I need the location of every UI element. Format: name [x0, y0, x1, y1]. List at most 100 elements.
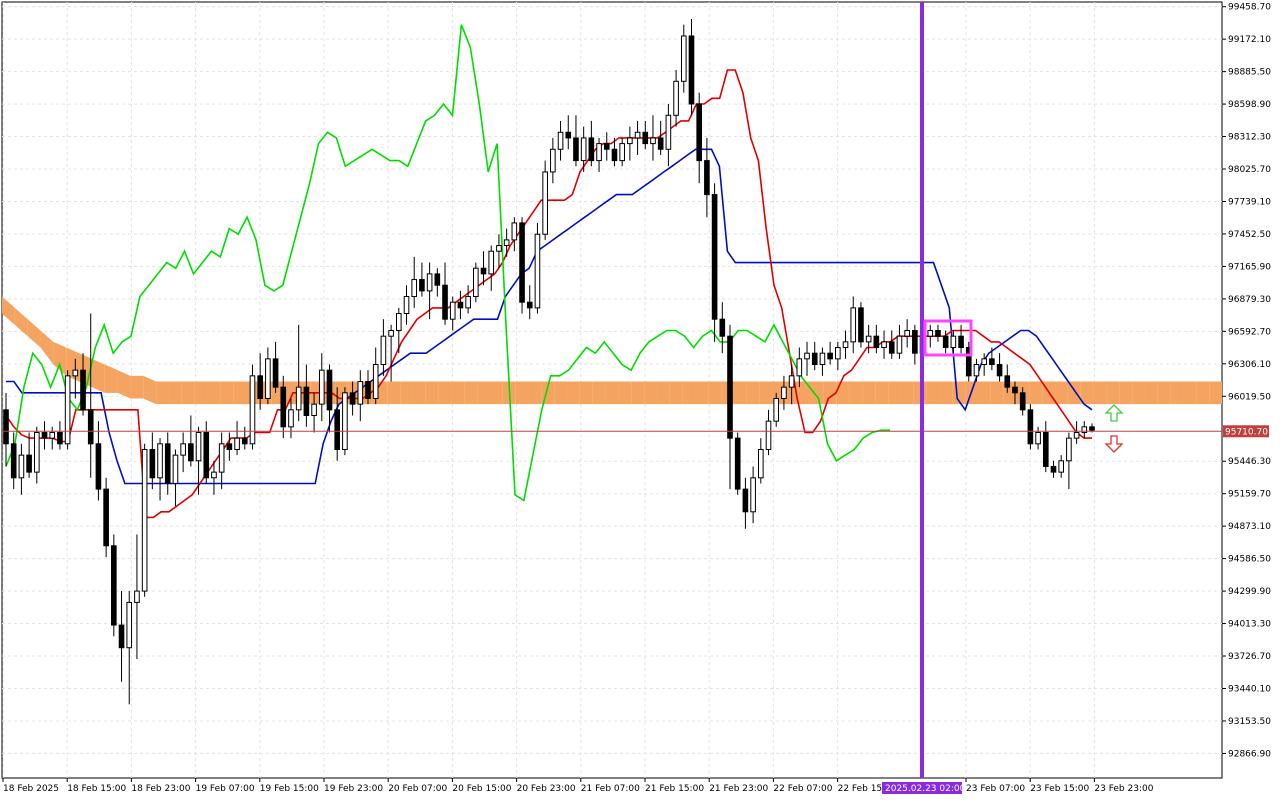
time-axis[interactable]: 18 Feb 2025 18 Feb 15:00 18 Feb 23:00 19 Fe…: [2, 778, 1154, 794]
y-tick-label: 95446.30: [1228, 457, 1271, 467]
candle-body: [912, 330, 918, 354]
down-arrow-icon: [1104, 435, 1124, 453]
cloud-segment: [1119, 381, 1133, 405]
cloud-segment: [14, 307, 28, 337]
y-tick-label: 92866.90: [1228, 749, 1271, 759]
candle-body: [696, 103, 703, 162]
candle-body: [680, 35, 687, 82]
candle-body: [26, 454, 32, 473]
cloud-segment: [1157, 381, 1171, 405]
candle-body: [457, 301, 464, 309]
candle-body: [349, 392, 356, 405]
candle-body: [411, 279, 418, 298]
cloud-segment: [656, 381, 670, 405]
candle-body: [241, 437, 248, 445]
candle-body: [742, 488, 749, 513]
cloud-segment: [695, 381, 709, 405]
candle-body: [134, 590, 140, 603]
cloud-segment: [1132, 381, 1145, 405]
candle-body: [41, 431, 48, 439]
ichimoku-cloud: [2, 296, 1222, 405]
candle-body: [573, 137, 579, 162]
cloud-segment: [438, 381, 452, 405]
cloud-segment: [2, 296, 15, 325]
candle-body: [288, 409, 294, 428]
cloud-segment: [1029, 381, 1043, 405]
candle-body: [111, 545, 117, 626]
cloud-segment: [592, 381, 606, 405]
candle-body: [796, 358, 803, 377]
candle-body: [126, 601, 133, 649]
candle-body: [64, 375, 71, 445]
candle-body: [1073, 431, 1080, 439]
candle-body: [688, 35, 695, 105]
candle-body: [611, 148, 618, 162]
cloud-segment: [926, 381, 940, 405]
candlestick-chart[interactable]: 99458.70 99172.10 98885.50 98598.90 98312.30…: [0, 0, 1280, 800]
candle-body: [226, 443, 233, 450]
y-tick-label: 93726.70: [1228, 652, 1271, 662]
cloud-segment: [1144, 381, 1158, 405]
candle-body: [95, 443, 102, 490]
candle-body: [449, 301, 456, 320]
candle-body: [888, 341, 895, 354]
x-tick-label: 21 Feb 23:00: [709, 784, 768, 794]
candle-body: [180, 443, 186, 456]
candle-body: [835, 347, 841, 360]
y-tick-label: 97452.50: [1228, 230, 1271, 240]
candle-body: [550, 148, 556, 173]
y-tick-label: 93153.50: [1228, 717, 1271, 727]
candle-body: [164, 443, 171, 484]
x-tick-label: 19 Feb 07:00: [196, 784, 255, 794]
cloud-segment: [990, 381, 1004, 405]
candle-body: [211, 471, 217, 479]
candle-body: [1050, 465, 1057, 473]
price-axis[interactable]: 99458.70 99172.10 98885.50 98598.90 98312.30…: [1222, 3, 1271, 760]
candle-body: [727, 335, 733, 439]
time-marker-label: 2025.02.23 02:00: [885, 784, 966, 794]
cloud-segment: [579, 381, 593, 405]
candle-body: [103, 488, 109, 547]
candle-body: [827, 352, 833, 360]
candle-body: [388, 330, 394, 337]
candle-body: [57, 431, 63, 445]
candle-body: [935, 330, 941, 337]
candle-body: [488, 250, 495, 275]
candle-body: [596, 143, 602, 162]
cloud-segment: [759, 381, 773, 405]
candle-body: [650, 137, 656, 145]
candle-body: [904, 330, 910, 337]
candle-body: [958, 335, 964, 349]
y-tick-label: 97165.90: [1228, 262, 1271, 272]
candle-body: [295, 386, 302, 411]
x-tick-label: 20 Feb 23:00: [517, 784, 576, 794]
candle-body: [704, 160, 710, 196]
candle-body: [873, 335, 880, 349]
candle-body: [881, 341, 887, 349]
candle-body: [149, 448, 156, 479]
cloud-segment: [27, 319, 41, 348]
candle-body: [172, 454, 179, 484]
chart-area[interactable]: 99458.70 99172.10 98885.50 98598.90 98312.30…: [0, 0, 1280, 800]
cloud-segment: [631, 381, 645, 405]
cloud-segment: [451, 381, 465, 405]
cloud-segment: [1183, 381, 1197, 405]
y-tick-label: 94586.50: [1228, 555, 1271, 565]
candle-body: [526, 301, 533, 309]
y-tick-label: 96879.30: [1228, 295, 1271, 305]
candle-body: [565, 131, 572, 139]
candle-body: [72, 369, 79, 377]
x-tick-label: 18 Feb 2025: [3, 784, 59, 794]
candle-body: [318, 369, 325, 405]
candle-body: [249, 375, 256, 445]
candle-body: [950, 335, 957, 349]
candle-body: [996, 364, 1003, 377]
candle-body: [750, 477, 756, 513]
candle-body: [819, 352, 826, 366]
candle-body: [942, 335, 949, 349]
cloud-segment: [875, 381, 889, 405]
candle-body: [719, 318, 726, 337]
cloud-segment: [618, 381, 632, 405]
candle-body: [804, 352, 810, 360]
x-tick-label: 20 Feb 15:00: [452, 784, 511, 794]
